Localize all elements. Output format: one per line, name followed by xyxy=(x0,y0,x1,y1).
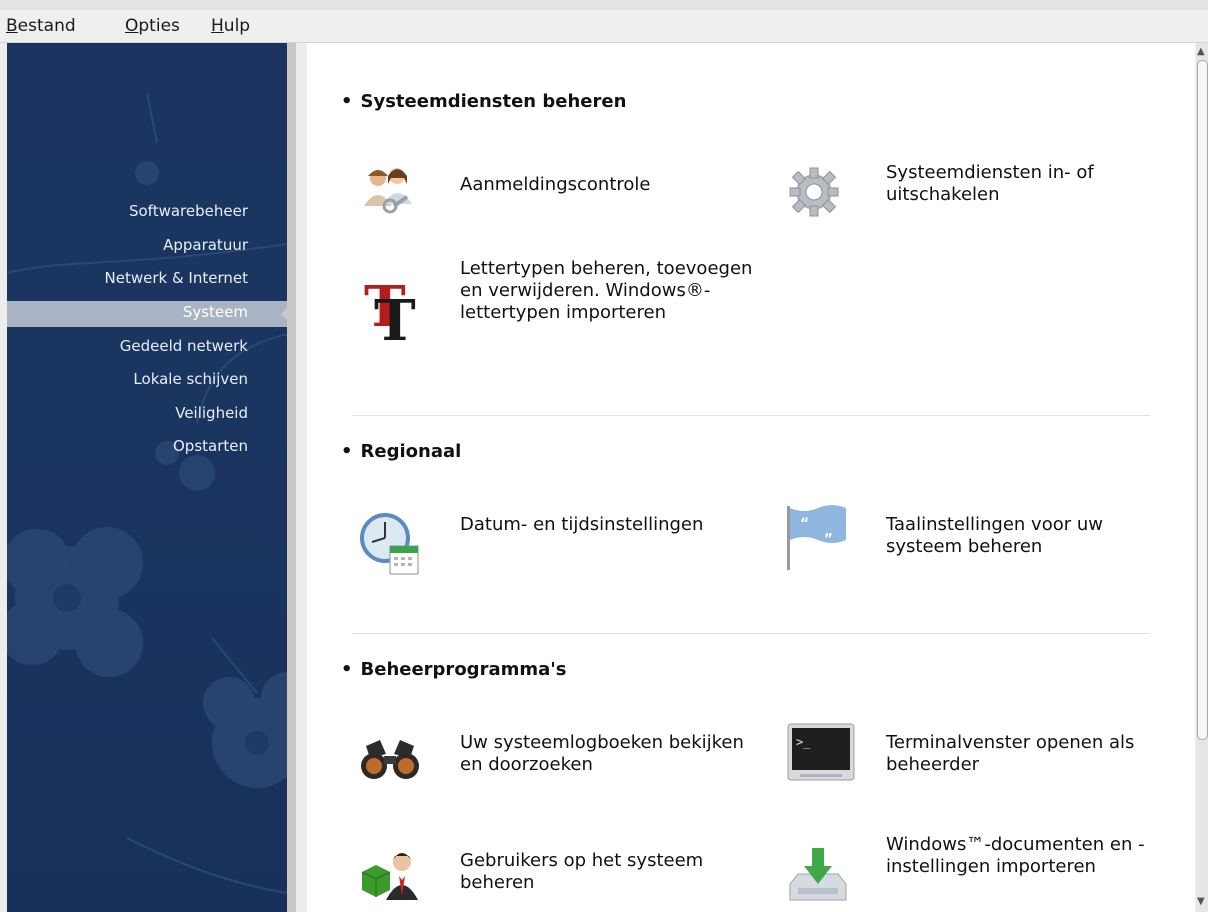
tool-label: Lettertypen beheren, toevoegen en verwij… xyxy=(460,258,753,323)
user-admin-icon xyxy=(361,853,418,900)
menu-bestand[interactable]: Bestand xyxy=(6,16,76,36)
window-top-strip xyxy=(0,0,1208,10)
sidebar-item-veiligheid[interactable]: Veiligheid xyxy=(175,404,248,422)
menu-opties[interactable]: Opties xyxy=(125,16,180,36)
import-icon xyxy=(789,848,847,901)
menubar: Bestand Opties Hulp xyxy=(0,10,1208,43)
section-title-regionaal: • Regionaal xyxy=(341,441,462,462)
scroll-down-icon[interactable]: ▼ xyxy=(1197,896,1205,907)
tool-label: Terminalvenster openen als beheerder xyxy=(886,732,1135,775)
svg-text:T: T xyxy=(374,288,416,344)
tool-systeemdiensten-in-uitschakelen[interactable]: Systeemdiensten in- of uitschakelen xyxy=(786,162,1186,222)
section-divider xyxy=(352,633,1150,634)
sidebar-item-apparatuur[interactable]: Apparatuur xyxy=(163,236,248,254)
binoculars-icon xyxy=(361,740,419,779)
sidebar-item-gedeeld-netwerk[interactable]: Gedeeld netwerk xyxy=(120,337,248,355)
font-icon: T T xyxy=(364,274,416,344)
tool-label: Systeemdiensten in- of uitschakelen xyxy=(886,162,1094,205)
tool-gebruikers-beheren[interactable]: Gebruikers op het systeem beheren xyxy=(360,840,760,910)
sidebar-separator xyxy=(287,43,296,912)
tool-label: Windows™-documenten en -instellingen imp… xyxy=(886,834,1145,877)
category-sidebar: Softwarebeheer Apparatuur Netwerk & Inte… xyxy=(7,43,294,912)
tool-datum-tijd[interactable]: Datum- en tijdsinstellingen xyxy=(360,512,760,578)
section-title-systeemdiensten: • Systeemdiensten beheren xyxy=(341,91,627,112)
tool-aanmeldingscontrole[interactable]: Aanmeldingscontrole xyxy=(360,162,760,222)
sidebar-item-opstarten[interactable]: Opstarten xyxy=(173,437,248,455)
tool-label: Taalinstellingen voor uw systeem beheren xyxy=(886,514,1103,557)
language-flag-icon: “ „ xyxy=(787,505,846,570)
sidebar-flower-decoration xyxy=(7,92,294,894)
svg-text:“: “ xyxy=(800,516,809,532)
tool-lettertypen-beheren[interactable]: T T Lettertypen beheren, toevoegen en ve… xyxy=(360,258,760,368)
clock-calendar-icon xyxy=(360,513,419,575)
sidebar-item-lokale-schijven[interactable]: Lokale schijven xyxy=(133,370,248,388)
svg-text:>_: >_ xyxy=(796,735,811,749)
users-key-icon xyxy=(364,168,412,214)
sidebar-item-netwerk-internet[interactable]: Netwerk & Internet xyxy=(105,269,248,287)
scroll-up-icon[interactable]: ▲ xyxy=(1197,46,1205,57)
tool-label: Datum- en tijdsinstellingen xyxy=(460,514,704,535)
sidebar-item-systeem[interactable]: Systeem xyxy=(7,301,294,327)
tool-label: Gebruikers op het systeem beheren xyxy=(460,850,704,893)
tool-label: Aanmeldingscontrole xyxy=(460,174,651,195)
section-title-beheerprogrammas: • Beheerprogramma's xyxy=(341,659,567,680)
tool-terminalvenster[interactable]: >_ Terminalvenster openen als beheerder xyxy=(786,722,1186,792)
section-divider xyxy=(352,415,1150,416)
terminal-icon: >_ xyxy=(787,723,855,781)
menu-hulp[interactable]: Hulp xyxy=(211,16,250,36)
tool-label: Uw systeemlogboeken bekijken en doorzoek… xyxy=(460,732,744,775)
tool-systeemlogboeken[interactable]: Uw systeemlogboeken bekijken en doorzoek… xyxy=(360,730,760,790)
sidebar-item-label: Systeem xyxy=(182,303,248,321)
gear-icon xyxy=(789,167,839,217)
svg-text:„: „ xyxy=(824,524,833,540)
scrollbar-thumb[interactable] xyxy=(1197,60,1208,740)
tool-windows-importeren[interactable]: Windows™-documenten en -instellingen imp… xyxy=(786,834,1186,912)
sidebar-item-softwarebeheer[interactable]: Softwarebeheer xyxy=(129,202,248,220)
tool-taalinstellingen[interactable]: “ „ Taalinstellingen voor uw systeem beh… xyxy=(786,504,1186,574)
